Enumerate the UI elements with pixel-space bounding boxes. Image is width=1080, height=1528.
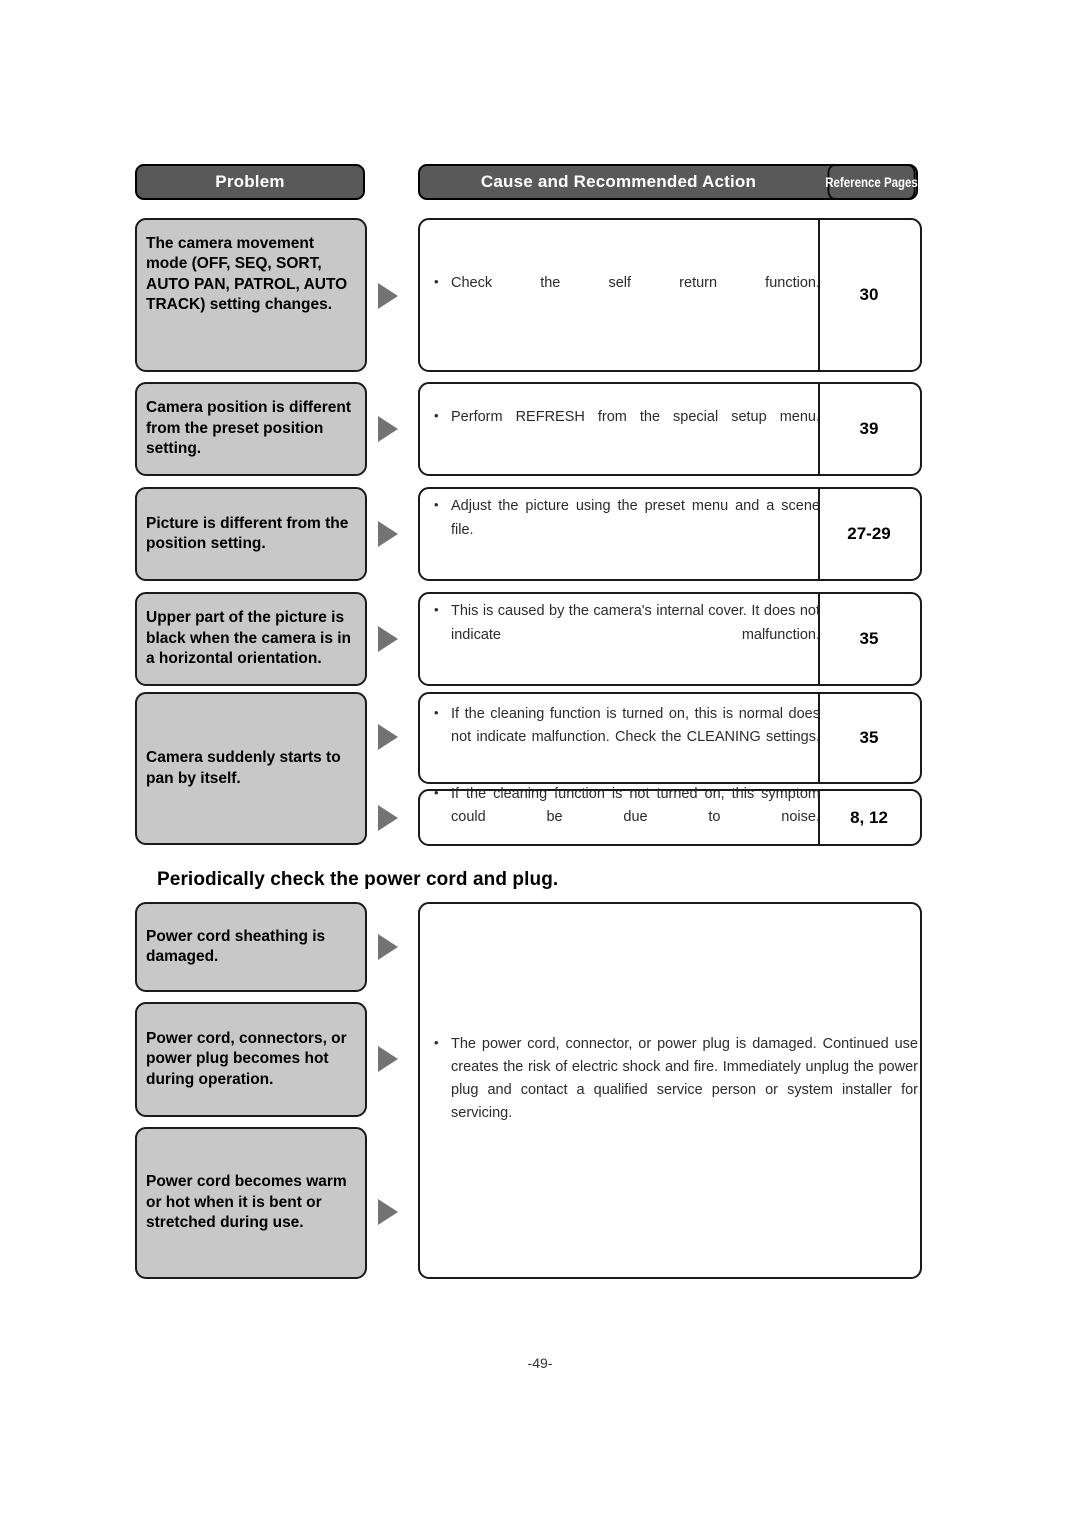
reference-pages-1: 30 <box>818 220 920 370</box>
table-header-row: Problem Cause and Recommended Action Ref… <box>135 164 925 200</box>
reference-pages-value-3: 27-29 <box>847 524 891 543</box>
arrow-icon-5 <box>378 724 398 750</box>
bullet-icon-6: • <box>434 784 439 800</box>
bullet-icon-2: • <box>434 407 439 423</box>
arrow-icon-2 <box>378 416 398 442</box>
reference-pages-value-4: 35 <box>859 629 879 648</box>
column-header-problem-label: Problem <box>215 172 285 191</box>
cause-body-1: Check the self return function. <box>451 274 820 291</box>
reference-pages-2: 39 <box>818 384 920 474</box>
cause-body-6: If the cleaning function is not turned o… <box>451 785 820 825</box>
reference-pages-value-6: 8, 12 <box>850 807 888 827</box>
reference-pages-value-2: 39 <box>859 419 879 438</box>
power-section-title: Periodically check the power cord and pl… <box>157 869 559 890</box>
reference-pages-3: 27-29 <box>818 489 920 579</box>
power-problem-box-3: Power cord becomes warm or hot when it i… <box>135 1127 367 1279</box>
bullet-icon-4: • <box>434 602 439 618</box>
problem-box-4: Upper part of the picture is black when … <box>135 592 367 686</box>
cause-box-6: • If the cleaning function is not turned… <box>418 785 922 846</box>
cause-box-4: • This is caused by the camera's interna… <box>418 592 922 686</box>
cause-body-4: This is caused by the camera's internal … <box>451 603 820 643</box>
cause-text-6: • If the cleaning function is not turned… <box>434 783 832 853</box>
power-problem-text-2: Power cord, connectors, or power plug be… <box>146 1029 347 1088</box>
power-arrow-icon-1 <box>378 934 398 960</box>
cause-box-3: • Adjust the picture using the preset me… <box>418 487 922 581</box>
manual-page: Problem Cause and Recommended Action Ref… <box>0 0 1080 1528</box>
reference-pages-6: 8, 12 <box>818 791 920 844</box>
power-bullet-icon: • <box>434 1034 439 1050</box>
problem-box-3: Picture is different from the position s… <box>135 487 367 581</box>
bullet-icon-3: • <box>434 497 439 513</box>
cause-text-4: • This is caused by the camera's interna… <box>434 601 832 671</box>
column-header-reference-pages: Reference Pages <box>825 164 918 200</box>
power-cause-body: The power cord, connector, or power plug… <box>451 1035 918 1122</box>
power-cause-box: • The power cord, connector, or power pl… <box>418 902 922 1279</box>
page-number: -49- <box>527 1355 553 1371</box>
problem-text-3: Picture is different from the position s… <box>146 514 349 552</box>
problem-box-2: Camera position is different from the pr… <box>135 382 367 476</box>
arrow-icon-3 <box>378 521 398 547</box>
power-problem-box-1: Power cord sheathing is damaged. <box>135 902 367 992</box>
bullet-icon-1: • <box>434 273 439 289</box>
power-problem-text-1: Power cord sheathing is damaged. <box>146 927 326 965</box>
power-cause-text: • The power cord, connector, or power pl… <box>434 1033 938 1149</box>
column-header-problem: Problem <box>135 164 365 200</box>
reference-pages-value-1: 30 <box>859 285 879 304</box>
power-problem-text-3: Power cord becomes warm or hot when it i… <box>146 1173 347 1232</box>
problem-box-1: The camera movement mode (OFF, SEQ, SORT… <box>135 218 367 372</box>
cause-text-1: • Check the self return function. <box>434 272 832 318</box>
cause-box-1: • Check the self return function. 30 <box>418 218 922 372</box>
cause-text-2: • Perform REFRESH from the special setup… <box>434 406 832 452</box>
arrow-icon-6 <box>378 805 398 831</box>
cause-body-3: Adjust the picture using the preset menu… <box>451 498 820 538</box>
cause-box-5: • If the cleaning function is turned on,… <box>418 692 922 784</box>
power-arrow-icon-2 <box>378 1046 398 1072</box>
problem-text-2: Camera position is different from the pr… <box>146 399 351 458</box>
bullet-icon-5: • <box>434 705 439 721</box>
arrow-icon-1 <box>378 283 398 309</box>
problem-text-5: Camera suddenly starts to pan by itself. <box>146 749 341 787</box>
problem-box-5: Camera suddenly starts to pan by itself. <box>135 692 367 845</box>
cause-box-2: • Perform REFRESH from the special setup… <box>418 382 922 476</box>
problem-text-4: Upper part of the picture is black when … <box>146 609 352 668</box>
column-header-reference-pages-label: Reference Pages <box>825 174 918 190</box>
power-arrow-icon-3 <box>378 1199 398 1225</box>
cause-body-2: Perform REFRESH from the special setup m… <box>451 408 820 425</box>
reference-pages-4: 35 <box>818 594 920 684</box>
reference-pages-value-5: 35 <box>859 728 879 747</box>
cause-body-5: If the cleaning function is turned on, t… <box>451 706 820 746</box>
cause-text-3: • Adjust the picture using the preset me… <box>434 496 832 566</box>
power-problem-box-2: Power cord, connectors, or power plug be… <box>135 1002 367 1117</box>
arrow-icon-4 <box>378 626 398 652</box>
problem-text-1: The camera movement mode (OFF, SEQ, SORT… <box>146 235 348 314</box>
cause-text-5: • If the cleaning function is turned on,… <box>434 703 832 773</box>
reference-pages-5: 35 <box>818 694 920 782</box>
column-header-cause-label: Cause and Recommended Action <box>480 172 757 191</box>
